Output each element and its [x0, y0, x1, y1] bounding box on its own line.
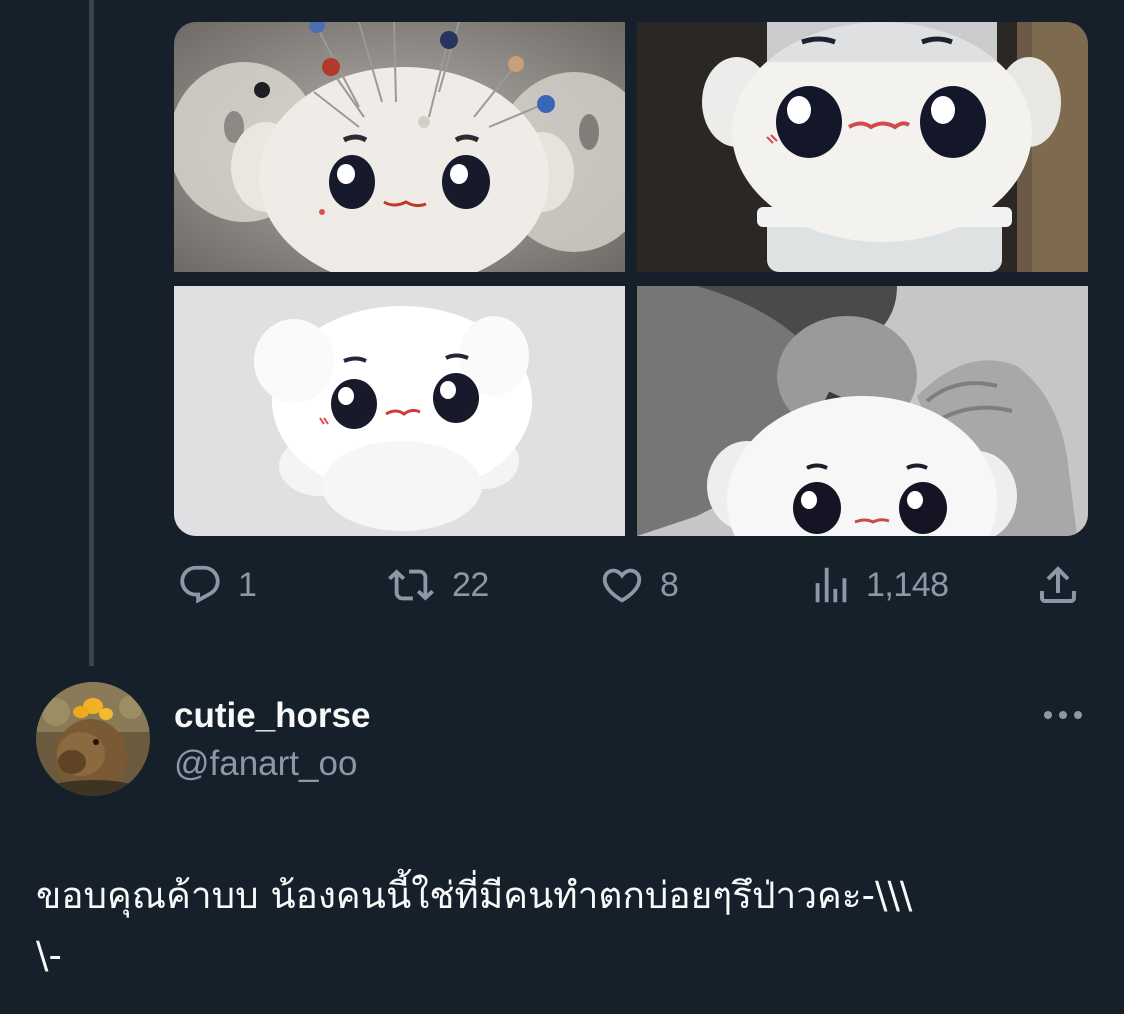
tweet-text: ขอบคุณค้าบบ น้องคนนี้ใช่ที่มีคนทำตกบ่อยๆ…	[36, 874, 913, 977]
media-grid	[174, 22, 1088, 536]
tweet-thread: 1 22 8 1,148 cutie_horse @fanart_oo ขอบค…	[0, 0, 1124, 1014]
reply-button[interactable]: 1	[174, 560, 257, 610]
thread-connector-line	[89, 0, 94, 666]
reply-icon	[180, 565, 220, 604]
heart-icon	[602, 568, 642, 603]
tweet-action-bar: 1 22 8 1,148	[174, 560, 1088, 610]
views-button[interactable]: 1,148	[808, 560, 949, 610]
media-image-2[interactable]	[637, 22, 1088, 272]
reply-count: 1	[238, 565, 257, 604]
user-handle[interactable]: @fanart_oo	[174, 744, 357, 784]
share-button[interactable]	[1034, 560, 1082, 610]
retweet-button[interactable]: 22	[382, 560, 489, 610]
media-image-1[interactable]	[174, 22, 625, 272]
retweet-icon	[388, 569, 434, 601]
media-image-4[interactable]	[637, 286, 1088, 536]
retweet-count: 22	[452, 565, 489, 604]
like-count: 8	[660, 565, 679, 604]
views-count: 1,148	[866, 565, 949, 604]
views-chart-icon	[815, 567, 847, 603]
more-options-button[interactable]	[1040, 700, 1086, 730]
reply-tweet-header: cutie_horse @fanart_oo	[36, 682, 1096, 802]
like-button[interactable]: 8	[596, 560, 679, 610]
share-icon	[1040, 566, 1076, 603]
media-image-3[interactable]	[174, 286, 625, 536]
more-options-icon	[1044, 711, 1082, 719]
display-name[interactable]: cutie_horse	[174, 696, 370, 736]
avatar[interactable]	[36, 682, 150, 796]
